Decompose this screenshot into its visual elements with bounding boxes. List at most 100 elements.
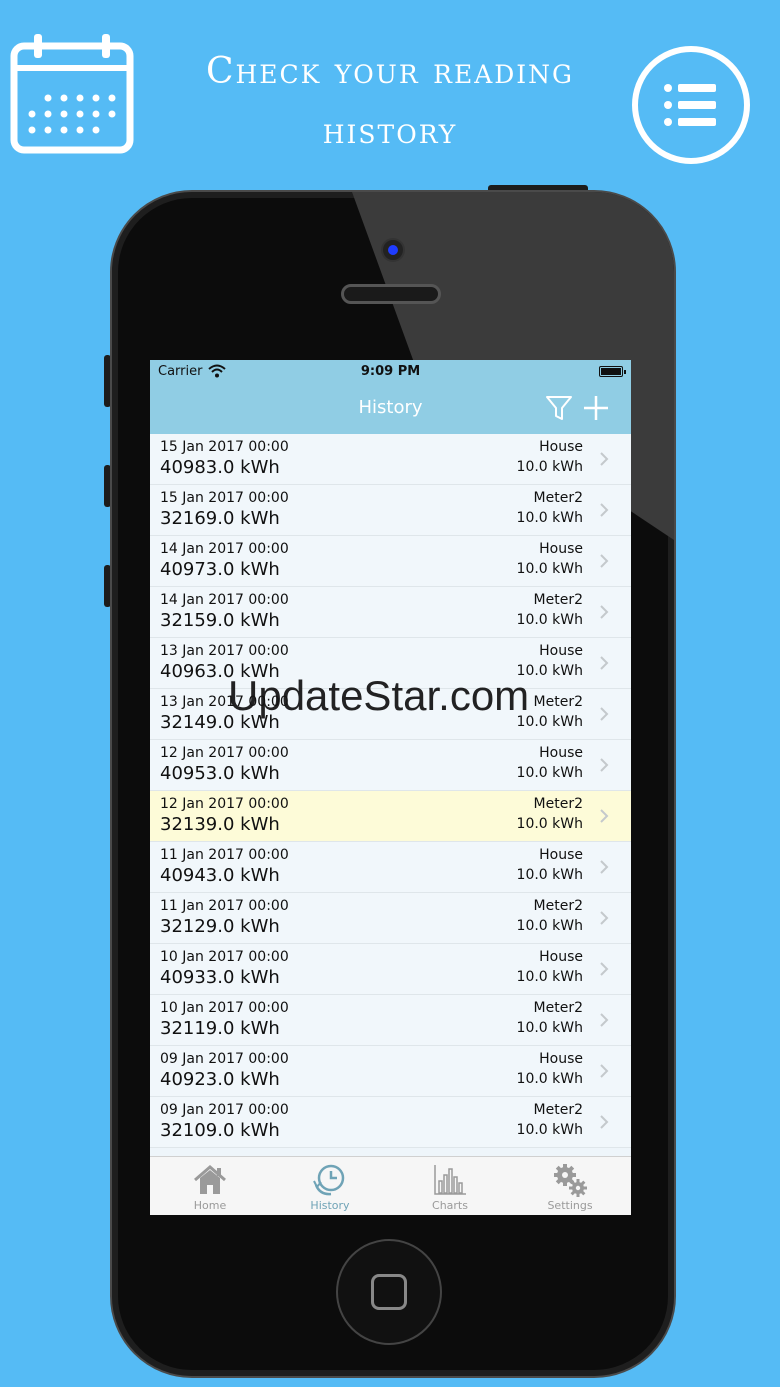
- gears-icon: [554, 1164, 587, 1197]
- reading-row[interactable]: 14 Jan 2017 00:00 32159.0 kWh Meter2 10.0 k…: [150, 587, 631, 638]
- chevron-right-icon: [600, 554, 609, 568]
- status-time: 9:09 PM: [360, 364, 421, 379]
- tab-history-label: History: [310, 1199, 350, 1212]
- tab-history[interactable]: History: [270, 1157, 390, 1215]
- reading-value: 32119.0 kWh: [160, 1018, 280, 1039]
- promo-headline: Check your reading history: [160, 42, 620, 162]
- chevron-right-icon: [600, 503, 609, 517]
- reading-delta: 10.0 kWh: [516, 1020, 583, 1036]
- home-icon: [194, 1165, 226, 1194]
- chevron-right-icon: [600, 860, 609, 874]
- home-button[interactable]: [336, 1239, 442, 1345]
- meter-name: Meter2: [533, 1102, 583, 1118]
- reading-date: 12 Jan 2017 00:00: [160, 796, 289, 812]
- reading-value: 32159.0 kWh: [160, 610, 280, 631]
- meter-name: Meter2: [533, 1000, 583, 1016]
- reading-list: 15 Jan 2017 00:00 40983.0 kWh House 10.0 kW…: [150, 434, 631, 1148]
- reading-value: 40933.0 kWh: [160, 967, 280, 988]
- chevron-right-icon: [600, 656, 609, 670]
- reading-row[interactable]: 11 Jan 2017 00:00 40943.0 kWh House 10.0 kW…: [150, 842, 631, 893]
- reading-value: 40923.0 kWh: [160, 1069, 280, 1090]
- chevron-right-icon: [600, 707, 609, 721]
- tab-settings[interactable]: Settings: [510, 1157, 630, 1215]
- earpiece-speaker: [341, 284, 441, 304]
- history-icon: [313, 1164, 345, 1196]
- meter-name: Meter2: [533, 898, 583, 914]
- reading-row[interactable]: 10 Jan 2017 00:00 32119.0 kWh Meter2 10.0 k…: [150, 995, 631, 1046]
- reading-date: 13 Jan 2017 00:00: [160, 643, 289, 659]
- status-bar: Carrier 9:09 PM: [150, 360, 631, 384]
- chevron-right-icon: [600, 758, 609, 772]
- reading-row[interactable]: 09 Jan 2017 00:00 40923.0 kWh House 10.0 kW…: [150, 1046, 631, 1097]
- reading-date: 09 Jan 2017 00:00: [160, 1051, 289, 1067]
- reading-delta: 10.0 kWh: [516, 459, 583, 475]
- reading-delta: 10.0 kWh: [516, 765, 583, 781]
- chevron-right-icon: [600, 962, 609, 976]
- tab-home[interactable]: Home: [150, 1157, 270, 1215]
- battery-icon: [599, 366, 626, 377]
- meter-name: Meter2: [533, 592, 583, 608]
- reading-delta: 10.0 kWh: [516, 867, 583, 883]
- reading-value: 40983.0 kWh: [160, 457, 280, 478]
- reading-date: 10 Jan 2017 00:00: [160, 1000, 289, 1016]
- reading-delta: 10.0 kWh: [516, 816, 583, 832]
- tab-charts[interactable]: Charts: [390, 1157, 510, 1215]
- reading-row[interactable]: 15 Jan 2017 00:00 40983.0 kWh House 10.0 kW…: [150, 434, 631, 485]
- meter-name: Meter2: [533, 490, 583, 506]
- reading-date: 11 Jan 2017 00:00: [160, 847, 289, 863]
- meter-name: House: [539, 643, 583, 659]
- meter-name: House: [539, 439, 583, 455]
- tab-bar: Home History Charts Settings: [150, 1156, 631, 1215]
- reading-delta: 10.0 kWh: [516, 1122, 583, 1138]
- meter-name: Meter2: [533, 796, 583, 812]
- meter-name: House: [539, 1051, 583, 1067]
- reading-date: 11 Jan 2017 00:00: [160, 898, 289, 914]
- chevron-right-icon: [600, 605, 609, 619]
- reading-delta: 10.0 kWh: [516, 510, 583, 526]
- chevron-right-icon: [600, 1064, 609, 1078]
- chevron-right-icon: [600, 1013, 609, 1027]
- meter-name: House: [539, 541, 583, 557]
- front-camera: [381, 238, 405, 262]
- reading-delta: 10.0 kWh: [516, 969, 583, 985]
- filter-icon[interactable]: [545, 394, 573, 422]
- meter-name: House: [539, 949, 583, 965]
- meter-name: House: [539, 745, 583, 761]
- reading-value: 32129.0 kWh: [160, 916, 280, 937]
- app-screen: Carrier 9:09 PM History 15 Jan 2017 00:0…: [150, 360, 631, 1215]
- reading-row[interactable]: 14 Jan 2017 00:00 40973.0 kWh House 10.0 kW…: [150, 536, 631, 587]
- chevron-right-icon: [600, 452, 609, 466]
- reading-value: 32109.0 kWh: [160, 1120, 280, 1141]
- headline-line-1: Check your reading: [205, 51, 575, 92]
- reading-delta: 10.0 kWh: [516, 1071, 583, 1087]
- reading-date: 10 Jan 2017 00:00: [160, 949, 289, 965]
- tab-charts-label: Charts: [432, 1199, 468, 1212]
- reading-date: 15 Jan 2017 00:00: [160, 439, 289, 455]
- reading-date: 14 Jan 2017 00:00: [160, 541, 289, 557]
- reading-value: 32169.0 kWh: [160, 508, 280, 529]
- reading-delta: 10.0 kWh: [516, 561, 583, 577]
- reading-delta: 10.0 kWh: [516, 918, 583, 934]
- reading-value: 40953.0 kWh: [160, 763, 280, 784]
- reading-row[interactable]: 12 Jan 2017 00:00 32139.0 kWh Meter2 10.0 k…: [150, 791, 631, 842]
- watermark-text: UpdateStar.com: [228, 672, 530, 719]
- tab-settings-label: Settings: [547, 1199, 593, 1212]
- reading-date: 14 Jan 2017 00:00: [160, 592, 289, 608]
- reading-value: 40973.0 kWh: [160, 559, 280, 580]
- meter-name: House: [539, 847, 583, 863]
- meter-name: Meter2: [533, 694, 583, 710]
- tab-home-label: Home: [193, 1199, 227, 1212]
- headline-line-2: history: [322, 111, 458, 152]
- reading-date: 12 Jan 2017 00:00: [160, 745, 289, 761]
- reading-row[interactable]: 15 Jan 2017 00:00 32169.0 kWh Meter2 10.0 k…: [150, 485, 631, 536]
- reading-value: 40943.0 kWh: [160, 865, 280, 886]
- reading-row[interactable]: 09 Jan 2017 00:00 32109.0 kWh Meter2 10.0 k…: [150, 1097, 631, 1148]
- add-icon[interactable]: [581, 393, 611, 423]
- reading-row[interactable]: 12 Jan 2017 00:00 40953.0 kWh House 10.0 kW…: [150, 740, 631, 791]
- reading-row[interactable]: 11 Jan 2017 00:00 32129.0 kWh Meter2 10.0 k…: [150, 893, 631, 944]
- reading-row[interactable]: 10 Jan 2017 00:00 40933.0 kWh House 10.0 kW…: [150, 944, 631, 995]
- reading-value: 32139.0 kWh: [160, 814, 280, 835]
- reading-date: 09 Jan 2017 00:00: [160, 1102, 289, 1118]
- list-icon: [632, 46, 750, 164]
- reading-date: 15 Jan 2017 00:00: [160, 490, 289, 506]
